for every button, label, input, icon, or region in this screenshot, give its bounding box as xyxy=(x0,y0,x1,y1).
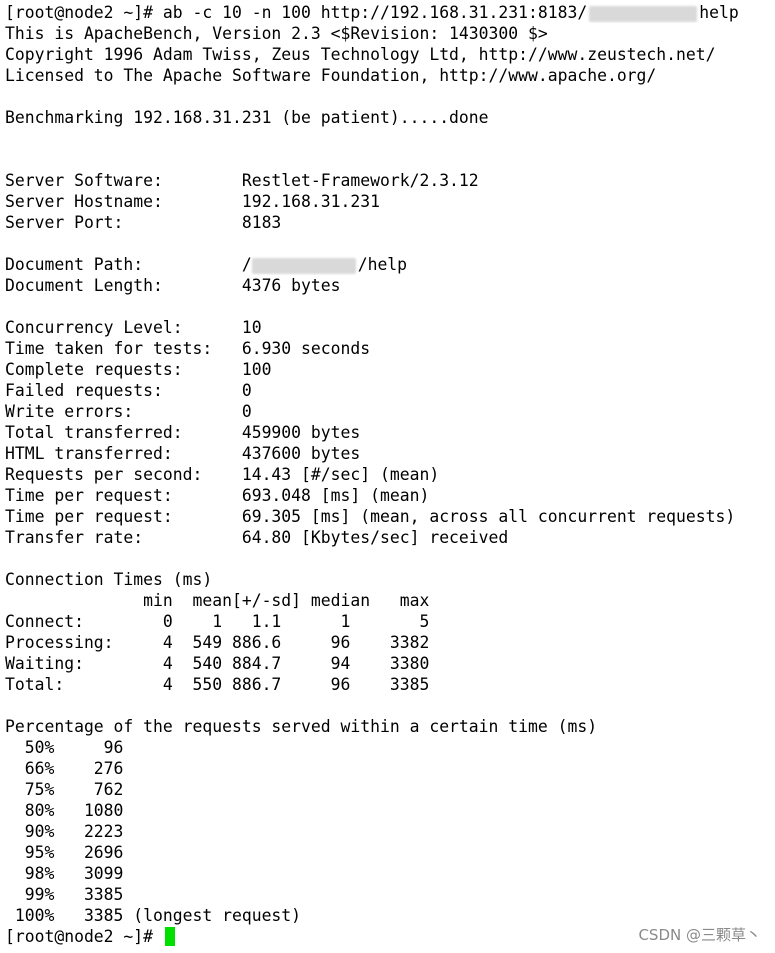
command-text: ab -c 10 -n 100 http://192.168.31.231:81… xyxy=(162,3,588,22)
percentage-row: 66% 276 xyxy=(5,759,124,778)
terminal-window[interactable]: [root@node2 ~]# ab -c 10 -n 100 http://1… xyxy=(0,0,775,953)
stats-line: Time taken for tests: 6.930 seconds xyxy=(5,339,371,358)
watermark: CSDN @三颗草丶 xyxy=(638,926,761,944)
document-length-line: Document Length: 4376 bytes xyxy=(5,276,341,295)
redacted-path xyxy=(589,5,698,22)
shell-prompt: [root@node2 ~]# xyxy=(5,927,163,946)
connection-times-row: Total: 4 550 886.7 96 3385 xyxy=(5,675,430,694)
command-suffix: help xyxy=(699,3,739,22)
percentage-row: 80% 1080 xyxy=(5,801,124,820)
connection-times-row: Processing: 4 549 886.6 96 3382 xyxy=(5,633,430,652)
percentage-row: 90% 2223 xyxy=(5,822,124,841)
stats-line: Requests per second: 14.43 [#/sec] (mean… xyxy=(5,465,440,484)
stats-line: Write errors: 0 xyxy=(5,402,252,421)
server-info-line: Server Hostname: 192.168.31.231 xyxy=(5,192,380,211)
server-info-line: Server Port: 8183 xyxy=(5,213,282,232)
server-info-line: Server Software: Restlet-Framework/2.3.1… xyxy=(5,171,479,190)
banner-line: This is ApacheBench, Version 2.3 <$Revis… xyxy=(5,24,548,43)
stats-line: Concurrency Level: 10 xyxy=(5,318,262,337)
banner-line: Copyright 1996 Adam Twiss, Zeus Technolo… xyxy=(5,45,716,64)
percentage-row: 100% 3385 (longest request) xyxy=(5,906,302,925)
percentage-title: Percentage of the requests served within… xyxy=(5,717,598,736)
connection-times-row: Connect: 0 1 1.1 1 5 xyxy=(5,612,430,631)
document-path-suffix: /help xyxy=(357,255,408,274)
command-line: [root@node2 ~]# ab -c 10 -n 100 http://1… xyxy=(5,2,775,23)
connection-times-row: Waiting: 4 540 884.7 94 3380 xyxy=(5,654,430,673)
connection-times-title: Connection Times (ms) xyxy=(5,570,213,589)
percentage-row: 75% 762 xyxy=(5,780,124,799)
stats-line: Transfer rate: 64.80 [Kbytes/sec] receiv… xyxy=(5,528,509,547)
percentage-row: 99% 3385 xyxy=(5,885,124,904)
stats-line: HTML transferred: 437600 bytes xyxy=(5,444,361,463)
percentage-row: 98% 3099 xyxy=(5,864,124,883)
stats-line: Total transferred: 459900 bytes xyxy=(5,423,361,442)
redacted-path xyxy=(251,257,356,274)
stats-line: Complete requests: 100 xyxy=(5,360,272,379)
stats-line: Time per request: 69.305 [ms] (mean, acr… xyxy=(5,507,736,526)
banner-line: Licensed to The Apache Software Foundati… xyxy=(5,66,657,85)
percentage-row: 50% 96 xyxy=(5,738,124,757)
document-path-label: Document Path: / xyxy=(5,255,252,274)
connection-times-header: min mean[+/-sd] median max xyxy=(5,591,430,610)
document-path-line: Document Path: / /help xyxy=(5,254,775,275)
shell-prompt: [root@node2 ~]# xyxy=(5,3,163,22)
benchmarking-status: Benchmarking 192.168.31.231 (be patient)… xyxy=(5,108,489,127)
percentage-row: 95% 2696 xyxy=(5,843,124,862)
stats-line: Time per request: 693.048 [ms] (mean) xyxy=(5,486,430,505)
stats-line: Failed requests: 0 xyxy=(5,381,252,400)
text-cursor xyxy=(164,927,175,946)
